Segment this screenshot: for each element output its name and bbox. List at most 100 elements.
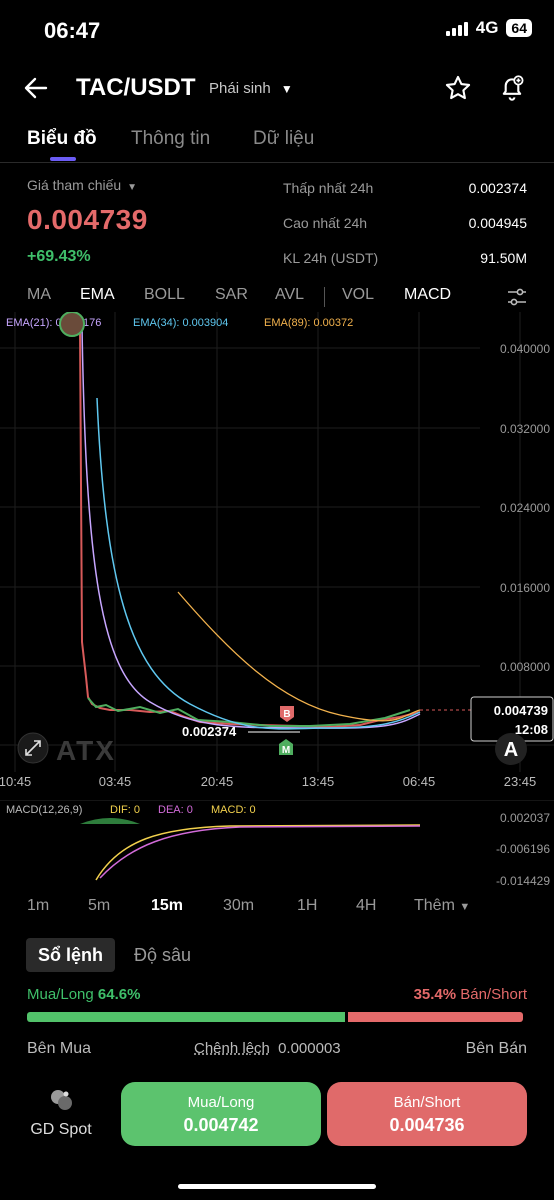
x-tick: 20:45	[201, 774, 234, 789]
last-price: 0.004739	[27, 204, 148, 235]
auto-scale-label: A	[504, 739, 518, 761]
macd-tick: -0.014429	[496, 874, 550, 888]
short-percent: 35.4%	[413, 986, 457, 1003]
auto-scale-button[interactable]: A	[495, 733, 527, 765]
timeframe-15m[interactable]: 15m	[151, 897, 183, 915]
indicator-ema[interactable]: EMA	[80, 286, 115, 304]
macd-dea: DEA: 0	[158, 804, 193, 816]
timeframe-more[interactable]: Thêm ▼	[414, 897, 470, 915]
tab-depth[interactable]: Độ sâu	[122, 938, 203, 972]
buy-long-price: 0.004742	[183, 1115, 259, 1135]
stat-low-value: 0.002374	[468, 180, 527, 196]
tab-info[interactable]: Thông tin	[131, 128, 210, 150]
arrow-left-icon	[24, 77, 48, 99]
long-ratio: Mua/Long 64.6%	[27, 986, 140, 1003]
marker-m-label: M	[282, 745, 290, 756]
y-tick: 0.024000	[500, 501, 550, 515]
sell-short-button[interactable]: Bán/Short 0.004736	[327, 1082, 527, 1146]
buy-long-button[interactable]: Mua/Long 0.004742	[121, 1082, 321, 1146]
expand-icon[interactable]	[17, 732, 49, 764]
indicator-settings-button[interactable]	[506, 286, 528, 313]
stat-low-label: Thấp nhất 24h	[283, 180, 374, 196]
indicator-macd[interactable]: MACD	[404, 286, 451, 304]
ema89-legend: EMA(89): 0.00372	[264, 317, 353, 329]
marker-m[interactable]: M	[279, 739, 293, 756]
back-button[interactable]	[22, 74, 50, 109]
market-type-selector[interactable]: Phái sinh ▼	[209, 80, 293, 97]
long-ratio-bar	[27, 1012, 345, 1022]
spread: Chênh lệch 0.000003	[194, 1040, 341, 1057]
macd-dif-line	[95, 824, 421, 881]
indicator-boll[interactable]: BOLL	[144, 286, 185, 304]
sliders-icon	[508, 288, 526, 306]
tab-chart[interactable]: Biểu đồ	[27, 128, 97, 150]
ema21-line	[81, 326, 421, 729]
indicator-separator	[324, 287, 325, 307]
home-indicator[interactable]	[178, 1184, 376, 1189]
timeframe-5m[interactable]: 5m	[88, 897, 110, 915]
sell-short-label: Bán/Short	[393, 1094, 461, 1111]
short-label: Bán/Short	[460, 986, 527, 1003]
price-candles-green	[87, 697, 411, 727]
pair-title[interactable]: TAC/USDT	[76, 74, 196, 102]
buy-long-label: Mua/Long	[187, 1094, 255, 1111]
timeframe-more-label: Thêm	[414, 897, 455, 914]
macd-histogram	[80, 818, 140, 824]
short-ratio: 35.4% Bán/Short	[414, 986, 527, 1003]
candle-countdown: 12:08	[515, 722, 548, 737]
reference-price-label: Giá tham chiếu	[27, 177, 122, 193]
ema21-legend: EMA(21): 0.004176	[6, 317, 101, 329]
long-label: Mua/Long	[27, 986, 94, 1003]
tab-data[interactable]: Dữ liệu	[253, 128, 314, 150]
low-price-label: 0.002374	[182, 724, 237, 739]
ema89-line	[177, 591, 421, 722]
spread-value: 0.000003	[278, 1040, 341, 1057]
favorite-button[interactable]	[444, 74, 472, 102]
caret-down-icon: ▼	[127, 182, 137, 193]
ema34-line	[96, 397, 421, 730]
price-alert-button[interactable]	[498, 74, 526, 102]
x-tick: 06:45	[403, 774, 436, 789]
macd-tick: -0.006196	[496, 842, 550, 856]
stat-volume-value: 91.50M	[480, 250, 527, 266]
timeframe-1m[interactable]: 1m	[27, 897, 49, 915]
network-label: 4G	[475, 18, 499, 37]
macd-value: MACD: 0	[211, 804, 256, 816]
buy-side-label: Bên Mua	[27, 1040, 92, 1057]
macd-legend: MACD(12,26,9)	[6, 804, 82, 816]
star-icon	[445, 75, 471, 100]
marker-b[interactable]: B	[280, 706, 294, 722]
marker-b-label: B	[283, 709, 290, 720]
sell-short-price: 0.004736	[389, 1115, 465, 1135]
spot-trade-button[interactable]: GD Spot	[20, 1086, 102, 1139]
status-indicators: 4G 64	[445, 18, 532, 38]
long-percent: 64.6%	[97, 986, 141, 1003]
caret-down-icon: ▼	[280, 82, 293, 96]
x-tick: 23:45	[504, 774, 537, 789]
battery-icon: 64	[506, 19, 532, 37]
price-candles	[77, 326, 421, 729]
price-change: +69.43%	[27, 248, 91, 265]
avatar-marker	[59, 312, 85, 337]
reference-price-selector[interactable]: Giá tham chiếu ▼	[27, 177, 137, 193]
stat-high-label: Cao nhất 24h	[283, 215, 368, 231]
indicator-sar[interactable]: SAR	[215, 286, 248, 304]
ema-legend: EMA(21): 0.004176 EMA(34): 0.003904 EMA(…	[6, 317, 353, 329]
sell-side-label: Bên Bán	[465, 1040, 527, 1057]
short-ratio-bar	[348, 1012, 523, 1022]
macd-dif: DIF: 0	[110, 804, 140, 816]
x-tick: 03:45	[99, 774, 132, 789]
price-chart[interactable]: 0.040000 0.032000 0.024000 0.016000 0.00…	[0, 312, 554, 800]
indicator-ma[interactable]: MA	[27, 286, 51, 304]
tab-orderbook[interactable]: Sổ lệnh	[26, 938, 116, 972]
spot-icon	[51, 1090, 72, 1110]
timeframe-1h[interactable]: 1H	[297, 897, 317, 915]
x-tick: 13:45	[302, 774, 335, 789]
timeframe-30m[interactable]: 30m	[223, 897, 254, 915]
caret-down-icon: ▼	[459, 901, 471, 913]
indicator-vol[interactable]: VOL	[342, 286, 374, 304]
ema34-legend: EMA(34): 0.003904	[133, 317, 228, 329]
indicator-avl[interactable]: AVL	[275, 286, 304, 304]
signal-icon	[445, 20, 468, 36]
timeframe-4h[interactable]: 4H	[356, 897, 376, 915]
